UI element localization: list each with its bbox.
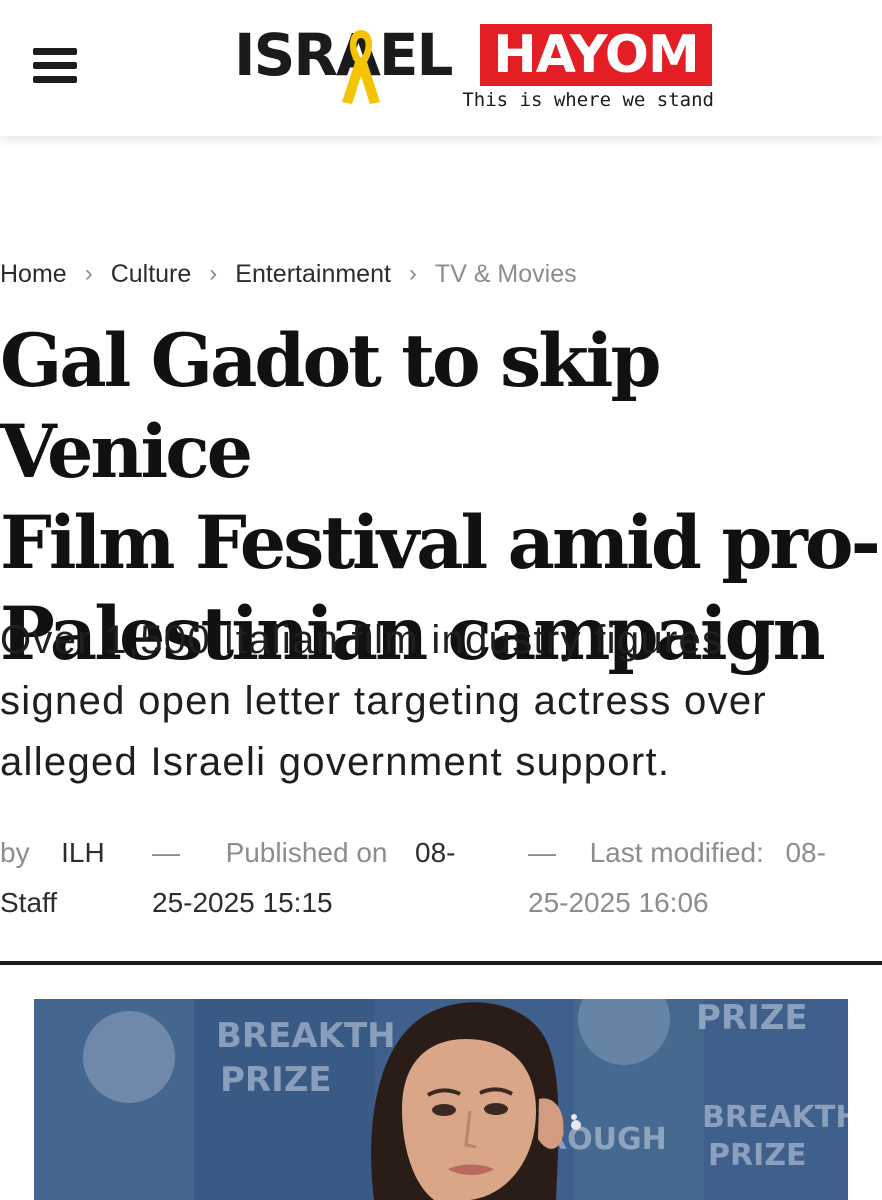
headline-line: Film Festival amid pro- — [0, 500, 881, 586]
menu-bar — [33, 48, 77, 55]
subheadline-line: Over 1,500 Italian film industry figures — [0, 618, 724, 662]
subheadline-line: signed open letter targeting actress ove… — [0, 679, 768, 723]
breadcrumb-home[interactable]: Home — [0, 260, 67, 289]
by-label: by — [0, 837, 30, 868]
author-name[interactable]: ILH — [61, 837, 105, 868]
menu-bar — [33, 76, 77, 83]
author-name-cont[interactable]: Staff — [0, 887, 57, 918]
hero-photo-illustration: BREAKTH PRIZE PRIZE ROUGH BREAKTHRO PRIZ… — [34, 999, 848, 1200]
backdrop-text: PRIZE — [696, 999, 808, 1038]
published-value: 08- — [415, 837, 456, 868]
chevron-right-icon: › — [209, 260, 218, 287]
section-divider — [0, 961, 882, 965]
breadcrumb-entertainment[interactable]: Entertainment — [235, 260, 391, 289]
chevron-right-icon: › — [84, 260, 93, 287]
backdrop-text: BREAKTH — [216, 1016, 396, 1056]
article-subheadline: Over 1,500 Italian film industry figures… — [0, 610, 882, 793]
hero-image[interactable]: BREAKTH PRIZE PRIZE ROUGH BREAKTHRO PRIZ… — [34, 999, 848, 1200]
backdrop-text: PRIZE — [220, 1060, 332, 1100]
modified-value: 08- — [785, 837, 826, 868]
published-date: — Published on 08- 25-2025 15:15 — [152, 828, 456, 928]
menu-bar — [33, 62, 77, 69]
backdrop-text: BREAKTHRO — [702, 1100, 848, 1135]
chevron-right-icon: › — [408, 260, 417, 287]
breadcrumb: Home › Culture › Entertainment › TV & Mo… — [0, 256, 577, 292]
backdrop-text: PRIZE — [708, 1138, 807, 1173]
hamburger-menu-icon[interactable] — [33, 46, 77, 86]
modified-date: — Last modified: 08- 25-2025 16:06 — [528, 828, 826, 928]
dash-separator: — — [528, 837, 556, 868]
breadcrumb-current: TV & Movies — [434, 259, 577, 288]
yellow-ribbon-icon — [342, 30, 380, 104]
subheadline-line: alleged Israeli government support. — [0, 740, 671, 784]
site-logo[interactable]: ISRAEL HAYOM This is where we stand — [234, 20, 714, 114]
published-label: Published on — [225, 837, 388, 868]
modified-value-cont: 25-2025 16:06 — [528, 887, 709, 918]
site-header: ISRAEL HAYOM This is where we stand — [0, 0, 882, 136]
breadcrumb-culture[interactable]: Culture — [111, 260, 192, 289]
published-value-cont: 25-2025 15:15 — [152, 887, 333, 918]
headline-line: Gal Gadot to skip Venice — [0, 318, 662, 495]
article-meta: by ILH Staff — Published on 08- 25-2025 … — [0, 828, 882, 928]
logo-hayom-box: HAYOM — [480, 24, 712, 86]
logo-word-hayom: HAYOM — [493, 25, 700, 85]
byline: by ILH Staff — [0, 828, 105, 928]
dash-separator: — — [152, 837, 180, 868]
modified-label: Last modified: — [589, 837, 764, 868]
logo-tagline: This is where we stand — [462, 89, 714, 111]
